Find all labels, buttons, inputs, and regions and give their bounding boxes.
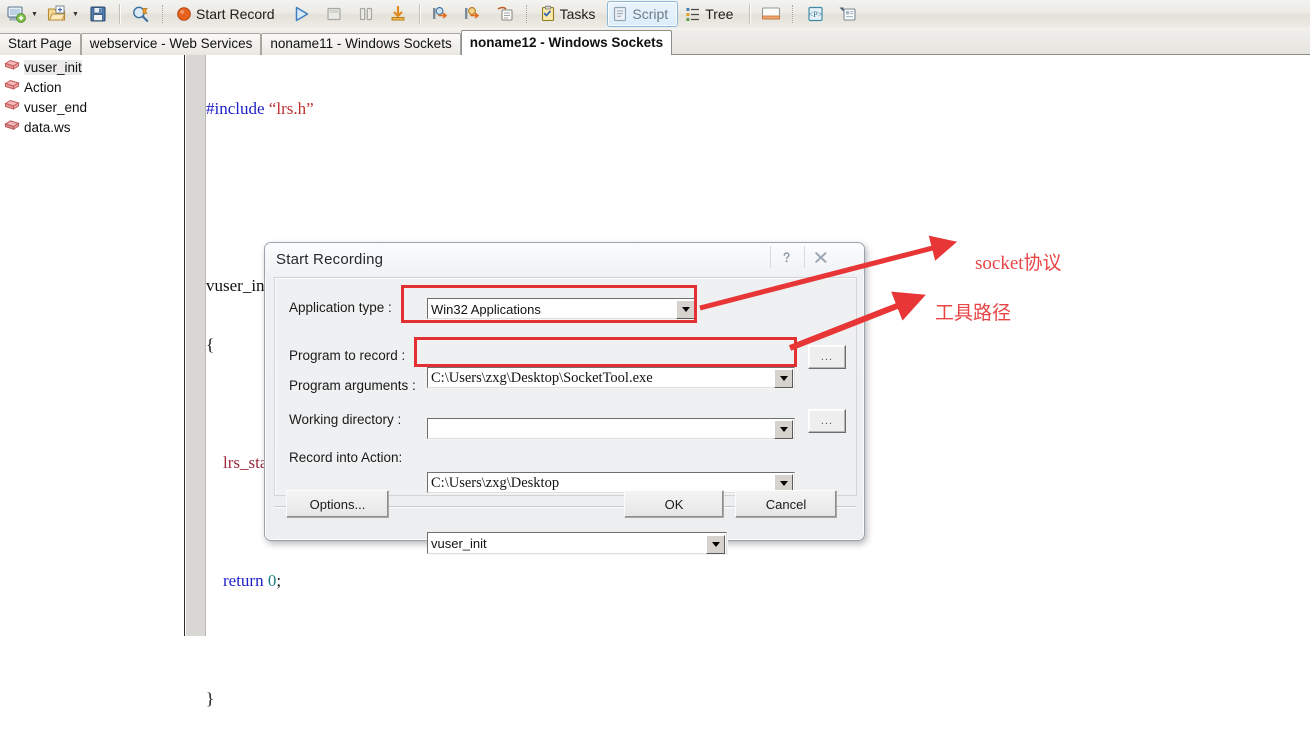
tab-webservice[interactable]: webservice - Web Services	[80, 33, 262, 55]
record-into-action-label: Record into Action:	[289, 450, 403, 465]
record-into-action-value: vuser_init	[431, 536, 487, 551]
ok-button-label: OK	[664, 496, 684, 512]
open-script-icon[interactable]	[42, 2, 72, 26]
program-to-record-row: Program to record :	[289, 348, 405, 363]
stop-icon[interactable]	[319, 2, 349, 26]
chevron-down-icon[interactable]	[706, 535, 725, 554]
script-tree-panel: vuser_init Action vuser_end data.ws	[0, 55, 185, 636]
program-to-record-label: Program to record :	[289, 348, 406, 363]
new-script-dropdown-caret[interactable]: ▼	[30, 11, 39, 18]
dialog-title: Start Recording	[276, 250, 384, 268]
action-block-icon	[4, 78, 20, 97]
program-arguments-value	[431, 420, 773, 439]
snapshot-icon[interactable]	[833, 2, 863, 26]
record-into-action-row: Record into Action:	[289, 450, 402, 465]
close-icon	[814, 251, 826, 263]
options-button[interactable]: Options...	[286, 490, 389, 518]
tree-item-data-ws[interactable]: data.ws	[0, 117, 184, 137]
application-type-row: Application type :	[289, 300, 392, 315]
help-button[interactable]	[770, 246, 802, 268]
program-to-record-browse-button[interactable]: ...	[808, 345, 846, 369]
tasks-label: Tasks	[559, 6, 596, 22]
browse-ellipsis-label: ...	[820, 415, 834, 427]
output-window-icon[interactable]	[756, 2, 786, 26]
application-type-label: Application type :	[289, 300, 392, 315]
pause-icon[interactable]	[351, 2, 381, 26]
tree-item-label: Action	[24, 79, 62, 95]
toolbar-separator	[749, 4, 751, 24]
cancel-button-label: Cancel	[765, 496, 807, 512]
working-directory-browse-button[interactable]: ...	[808, 409, 846, 433]
toolbar-separator	[792, 5, 795, 23]
tasks-button[interactable]: Tasks	[535, 1, 606, 27]
cancel-button[interactable]: Cancel	[735, 490, 837, 518]
main-toolbar: ▼ ▼ Start Record Tasks Script Tree <P>	[0, 0, 1310, 30]
tree-list-icon	[686, 8, 700, 21]
tree-item-vuser-end[interactable]: vuser_end	[0, 97, 184, 117]
script-page-icon	[614, 6, 627, 22]
program-to-record-field[interactable]: C:\Users\zxg\Desktop\SocketTool.exe	[427, 367, 795, 388]
toolbar-separator	[162, 5, 165, 23]
action-block-icon	[4, 58, 20, 77]
browse-ellipsis-label: ...	[820, 351, 834, 363]
highlight-application-type	[401, 285, 697, 323]
action-block-icon	[4, 98, 20, 117]
parameter-list-icon[interactable]: <P>	[801, 2, 831, 26]
chevron-down-icon[interactable]	[774, 369, 793, 388]
toolbar-separator	[119, 4, 120, 24]
tree-item-label: vuser_end	[24, 99, 88, 115]
record-into-action-field[interactable]: vuser_init	[427, 532, 727, 554]
tree-label: Tree	[705, 6, 734, 22]
svg-text:<P>: <P>	[809, 10, 823, 19]
working-directory-label: Working directory :	[289, 412, 402, 427]
annotation-socket-protocol: socket协议	[975, 253, 1062, 274]
copy-to-icon[interactable]	[490, 2, 520, 26]
tree-item-action[interactable]: Action	[0, 77, 184, 97]
tab-noname11[interactable]: noname11 - Windows Sockets	[261, 33, 461, 55]
download-icon[interactable]	[383, 2, 413, 26]
script-button[interactable]: Script	[607, 1, 679, 27]
record-circle-icon	[177, 7, 191, 21]
code-line: }	[206, 689, 215, 708]
tree-item-label: vuser_init	[24, 59, 82, 75]
chevron-down-icon[interactable]	[774, 420, 793, 439]
tree-item-vuser-init[interactable]: vuser_init	[0, 57, 184, 77]
step-over-icon[interactable]	[458, 2, 488, 26]
highlight-program-to-record	[414, 337, 797, 367]
script-label: Script	[632, 6, 669, 22]
program-to-record-value: C:\Users\zxg\Desktop\SocketTool.exe	[431, 370, 653, 386]
program-arguments-label: Program arguments :	[289, 378, 416, 393]
new-script-icon[interactable]	[1, 2, 31, 26]
start-record-button[interactable]: Start Record	[171, 1, 285, 27]
options-button-label: Options...	[309, 496, 366, 512]
save-script-icon[interactable]	[83, 2, 113, 26]
editor-gutter	[186, 55, 206, 636]
ok-button[interactable]: OK	[624, 490, 724, 518]
tab-noname12[interactable]: noname12 - Windows Sockets	[460, 30, 673, 55]
toolbar-separator	[418, 4, 420, 24]
program-arguments-row: Program arguments :	[289, 378, 416, 393]
document-tab-strip: Start Page webservice - Web Services non…	[0, 29, 1310, 55]
tasks-clipboard-icon	[541, 5, 554, 22]
toolbar-separator	[525, 5, 529, 23]
step-into-icon[interactable]	[426, 2, 456, 26]
data-file-icon	[4, 118, 20, 137]
question-mark-icon	[783, 251, 790, 262]
code-line: #include “lrs.h”	[206, 99, 314, 118]
code-line: return 0;	[223, 571, 282, 590]
tab-start-page[interactable]: Start Page	[0, 33, 81, 55]
open-script-dropdown-caret[interactable]: ▼	[71, 11, 80, 18]
tree-button[interactable]: Tree	[680, 1, 743, 27]
tree-item-label: data.ws	[24, 119, 71, 135]
annotation-tool-path: 工具路径	[935, 303, 1012, 324]
working-directory-row: Working directory :	[289, 412, 401, 427]
find-icon[interactable]	[126, 2, 156, 26]
run-icon[interactable]	[287, 2, 317, 26]
program-arguments-field[interactable]	[427, 418, 795, 439]
close-button[interactable]	[804, 246, 836, 268]
start-record-label: Start Record	[196, 6, 275, 22]
